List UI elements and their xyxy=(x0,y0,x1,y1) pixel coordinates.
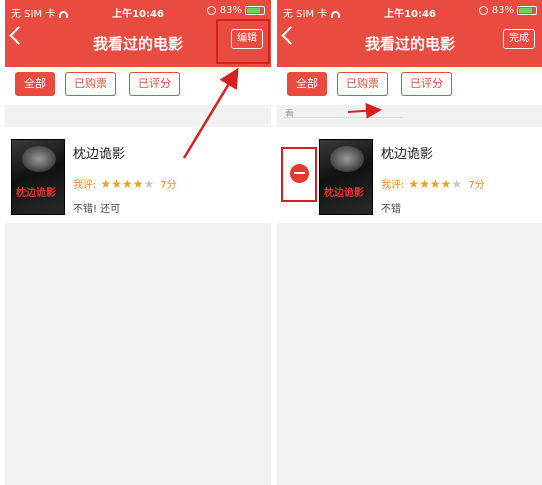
star-empty-icon: ★ xyxy=(451,176,463,191)
battery-percent: 83% xyxy=(219,5,242,16)
filter-purchased[interactable]: 已购票 xyxy=(65,72,116,96)
edit-button-highlight xyxy=(216,19,270,64)
orientation-lock-icon xyxy=(206,6,216,15)
star-empty-icon: ★ xyxy=(143,176,155,191)
movie-poster: 枕边诡影 xyxy=(319,139,373,215)
phone-screen-before: 无 SIM 卡 上午10:46 83% 我看过的电影 编辑 全部 已购票 已评分… xyxy=(5,0,271,485)
poster-art xyxy=(330,146,364,172)
rating-label: 我评: xyxy=(73,180,97,191)
orientation-lock-icon xyxy=(478,6,488,15)
filter-all[interactable]: 全部 xyxy=(287,72,327,96)
star-half-icon: ★ xyxy=(440,176,452,191)
movie-title: 枕边诡影 xyxy=(73,147,126,162)
poster-title-text: 枕边诡影 xyxy=(16,188,56,199)
movie-list-item[interactable]: 枕边诡影 枕边诡影 我评: ★ ★ ★ ★ ★ 7分 不错! 还可 xyxy=(5,127,271,223)
review-text: 不错! 还可 xyxy=(73,204,121,215)
phone-screen-after: 无 SIM 卡 上午10:46 83% 我看过的电影 完成 全部 已购票 已评分… xyxy=(277,0,542,485)
star-icon: ★ xyxy=(408,176,420,191)
rating-score: 7分 xyxy=(160,180,177,191)
filter-purchased[interactable]: 已购票 xyxy=(337,72,388,96)
battery-icon xyxy=(245,6,265,15)
delete-highlight xyxy=(281,147,317,202)
battery-percent: 83% xyxy=(491,5,514,16)
movie-poster: 枕边诡影 xyxy=(11,139,65,215)
filter-rated[interactable]: 已评分 xyxy=(401,72,452,96)
done-button[interactable]: 完成 xyxy=(503,29,535,49)
rating-label: 我评: xyxy=(381,180,405,191)
review-text: 不错 xyxy=(381,204,401,215)
star-icon: ★ xyxy=(121,176,133,191)
battery-group: 83% xyxy=(478,5,537,16)
section-header xyxy=(5,105,271,127)
my-rating: 我评: ★ ★ ★ ★ ★ 7分 xyxy=(73,176,177,192)
movie-title: 枕边诡影 xyxy=(381,147,434,162)
filter-bar: 全部 已购票 已评分 xyxy=(277,67,542,105)
delete-minus-icon[interactable] xyxy=(290,164,309,183)
filter-bar: 全部 已购票 已评分 xyxy=(5,67,271,105)
filter-rated[interactable]: 已评分 xyxy=(129,72,180,96)
nav-bar: 无 SIM 卡 上午10:46 83% 我看过的电影 完成 xyxy=(277,0,542,67)
status-bar: 无 SIM 卡 上午10:46 83% xyxy=(277,0,542,22)
poster-art xyxy=(22,146,56,172)
star-icon: ★ xyxy=(111,176,122,191)
filter-all[interactable]: 全部 xyxy=(15,72,55,96)
my-rating: 我评: ★ ★ ★ ★ ★ 7分 xyxy=(381,176,485,192)
section-header: 看 xyxy=(277,105,542,127)
section-divider xyxy=(283,117,403,118)
star-half-icon: ★ xyxy=(132,176,144,191)
star-icon: ★ xyxy=(100,176,112,191)
star-icon: ★ xyxy=(429,176,441,191)
rating-score: 7分 xyxy=(468,180,485,191)
star-icon: ★ xyxy=(419,176,430,191)
battery-icon xyxy=(517,6,537,15)
poster-title-text: 枕边诡影 xyxy=(324,188,364,199)
section-label: 看 xyxy=(285,110,295,120)
battery-group: 83% xyxy=(206,5,265,16)
